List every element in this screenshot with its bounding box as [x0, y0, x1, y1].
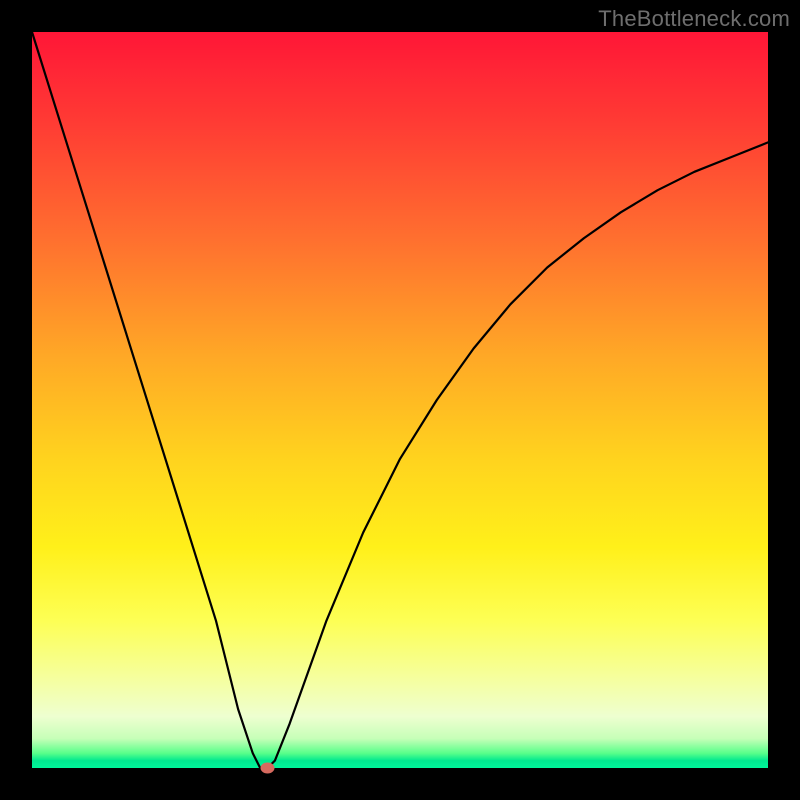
minimum-marker [261, 763, 275, 774]
bottleneck-curve [32, 32, 768, 768]
watermark-text: TheBottleneck.com [598, 6, 790, 32]
chart-frame: TheBottleneck.com [0, 0, 800, 800]
curve-layer [32, 32, 768, 768]
